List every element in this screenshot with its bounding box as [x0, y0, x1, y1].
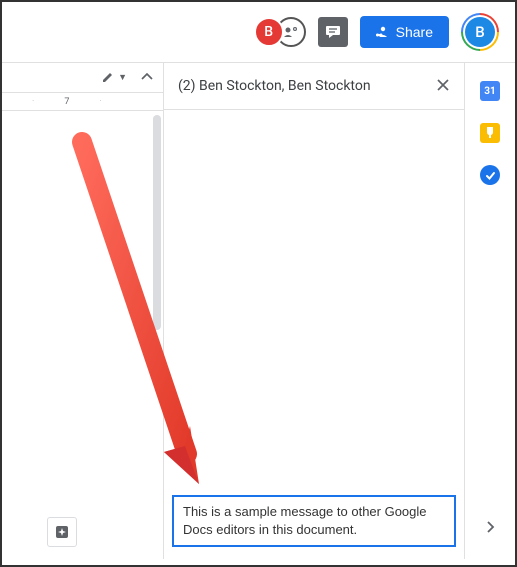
editing-mode-button[interactable]: ▼ — [101, 71, 127, 84]
hide-side-panel-button[interactable] — [485, 518, 495, 539]
chat-panel: (2) Ben Stockton, Ben Stockton — [164, 63, 465, 559]
chat-input[interactable] — [172, 495, 456, 547]
ruler[interactable]: · 7 · — [2, 93, 163, 111]
document-area: ▼ · 7 · — [2, 63, 164, 559]
ruler-mark: 7 — [64, 97, 69, 107]
collaborator-avatar-b[interactable]: B — [254, 17, 284, 47]
comment-icon — [325, 25, 341, 39]
explore-button[interactable] — [47, 517, 77, 547]
main-area: ▼ · 7 · (2) Ben Stockton, Ben Stockton — [2, 62, 515, 559]
side-panel-rail: 31 — [465, 63, 515, 559]
collapse-button[interactable] — [141, 70, 153, 85]
chat-header: (2) Ben Stockton, Ben Stockton — [164, 63, 464, 110]
calendar-addon-button[interactable]: 31 — [480, 81, 500, 101]
close-icon — [436, 78, 450, 92]
chat-input-container — [164, 487, 464, 559]
anonymous-icon — [283, 26, 299, 38]
share-button-label: Share — [396, 24, 433, 40]
keep-addon-button[interactable] — [480, 123, 500, 143]
account-avatar[interactable]: B — [461, 13, 499, 51]
document-scrollbar[interactable] — [153, 115, 161, 330]
tasks-addon-button[interactable] — [480, 165, 500, 185]
share-button[interactable]: Share — [360, 16, 449, 48]
pencil-icon — [101, 71, 114, 84]
top-bar: B Share B — [2, 2, 515, 62]
comment-history-button[interactable] — [318, 17, 348, 47]
chevron-right-icon — [485, 520, 495, 534]
chat-title: (2) Ben Stockton, Ben Stockton — [178, 78, 371, 94]
tasks-icon — [485, 170, 496, 181]
close-chat-button[interactable] — [436, 76, 450, 97]
share-icon — [376, 25, 390, 39]
collaborator-avatars: B — [254, 17, 306, 47]
dropdown-arrow-icon: ▼ — [118, 72, 127, 83]
keep-icon — [484, 126, 496, 140]
explore-icon — [54, 524, 70, 540]
chevron-up-icon — [141, 73, 153, 81]
editing-mode-toolbar: ▼ — [2, 63, 163, 93]
chat-messages-area — [164, 110, 464, 487]
